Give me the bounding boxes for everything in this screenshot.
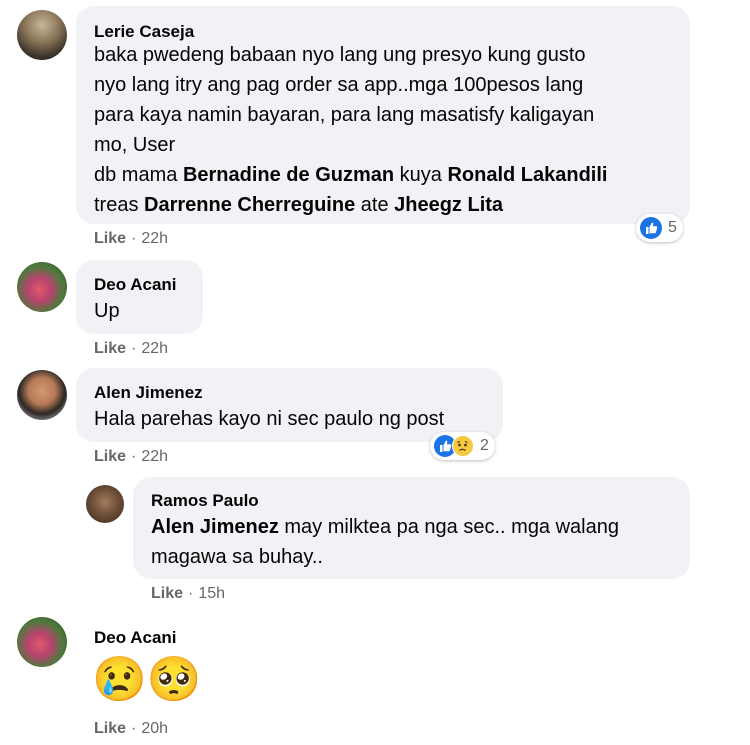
comment-author[interactable]: Alen Jimenez (94, 383, 203, 403)
like-button[interactable]: Like (94, 340, 126, 357)
like-button[interactable]: Like (151, 585, 183, 602)
separator-dot: · (131, 230, 137, 247)
timestamp[interactable]: 15h (198, 585, 225, 602)
text-fragment: may milktea pa nga sec.. mga walang (278, 516, 619, 538)
like-button[interactable]: Like (94, 230, 126, 247)
comment-actions: Like · 20h (94, 720, 168, 738)
comment-text: Alen Jimenez may milktea pa nga sec.. mg… (151, 512, 686, 572)
comment-text-line: magawa sa buhay.. (151, 546, 323, 568)
comment-text-line: nyo lang itry ang pag order sa app..mga … (94, 74, 584, 96)
avatar[interactable] (17, 10, 67, 60)
comment-actions: Like · 22h (94, 230, 168, 248)
comment-text-line: baka pwedeng babaan nyo lang ung presyo … (94, 44, 586, 66)
reaction-summary[interactable]: 5 (636, 214, 683, 242)
like-button[interactable]: Like (94, 720, 126, 737)
comment-actions: Like · 22h (94, 448, 168, 466)
sad-reaction-icon (452, 435, 474, 457)
comment-text: Hala parehas kayo ni sec paulo ng post (94, 408, 445, 430)
text-fragment: db mama (94, 164, 183, 186)
comment-tag-line: db mama Bernadine de Guzman kuya Ronald … (94, 160, 684, 190)
comment-text-line: para kaya namin bayaran, para lang masat… (94, 104, 595, 126)
tagged-user[interactable]: Jheegz Lita (394, 194, 503, 216)
separator-dot: · (131, 448, 137, 465)
timestamp[interactable]: 22h (141, 340, 168, 357)
separator-dot: · (131, 720, 137, 737)
reaction-summary[interactable]: 2 (430, 432, 495, 460)
tagged-user[interactable]: Bernadine de Guzman (183, 164, 394, 186)
timestamp[interactable]: 20h (141, 720, 168, 737)
tagged-user[interactable]: Ronald Lakandili (447, 164, 607, 186)
comment-author[interactable]: Deo Acani (94, 275, 177, 295)
separator-dot: · (188, 585, 194, 602)
comment-author[interactable]: Deo Acani (94, 628, 177, 648)
reaction-count: 5 (668, 219, 677, 236)
comment-actions: Like · 22h (94, 340, 168, 358)
reaction-count: 2 (480, 437, 489, 454)
mentioned-user[interactable]: Alen Jimenez (151, 516, 279, 538)
text-fragment: treas (94, 194, 145, 216)
text-fragment: ate (355, 194, 395, 216)
timestamp[interactable]: 22h (141, 448, 168, 465)
avatar[interactable] (17, 370, 67, 420)
comment-text: baka pwedeng babaan nyo lang ung presyo … (94, 40, 684, 220)
comment-text-line: Alen Jimenez may milktea pa nga sec.. mg… (151, 512, 686, 542)
avatar[interactable] (86, 485, 124, 523)
comment-tag-line: treas Darrenne Cherreguine ate Jheegz Li… (94, 190, 684, 220)
avatar[interactable] (17, 617, 67, 667)
like-button[interactable]: Like (94, 448, 126, 465)
avatar[interactable] (17, 262, 67, 312)
timestamp[interactable]: 22h (141, 230, 168, 247)
comment-text: Up (94, 300, 120, 322)
emoji-comment: 😢🥺 (92, 655, 202, 704)
text-fragment: kuya (394, 164, 448, 186)
comment-text-line: mo, User (94, 134, 176, 156)
separator-dot: · (131, 340, 137, 357)
comment-author[interactable]: Ramos Paulo (151, 491, 259, 511)
like-reaction-icon (640, 217, 662, 239)
tagged-user[interactable]: Darrenne Cherreguine (144, 194, 355, 216)
comment-actions: Like · 15h (151, 585, 225, 603)
comment-author[interactable]: Lerie Caseja (94, 22, 194, 42)
